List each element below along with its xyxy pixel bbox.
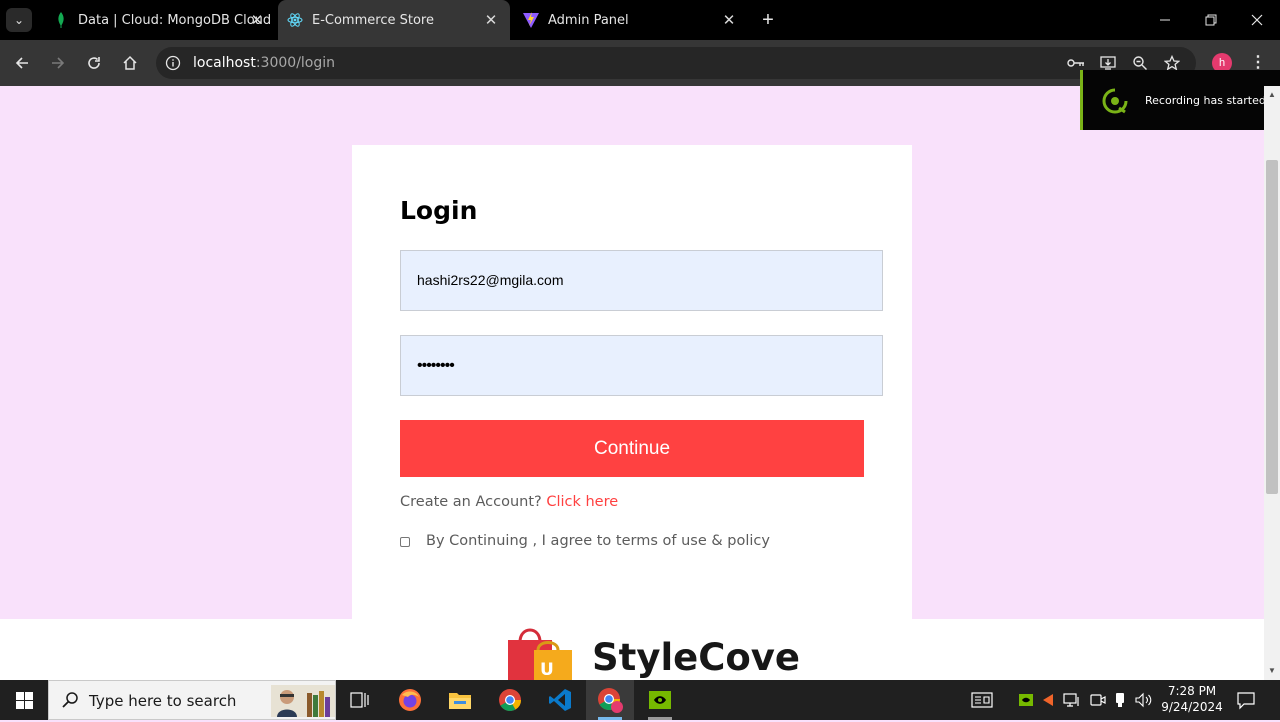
vite-logo-icon (522, 11, 540, 29)
news-widget-icon[interactable] (970, 690, 994, 710)
taskbar-search-box[interactable]: Type here to search (48, 680, 336, 720)
create-account-prompt: Create an Account? Click here (400, 494, 618, 510)
search-highlight-illustration-icon (271, 685, 335, 717)
agree-terms-label: By Continuing , I agree to terms of use … (426, 533, 770, 549)
tab-admin-panel[interactable]: Admin Panel ✕ (514, 0, 748, 40)
recording-icon (1101, 87, 1129, 115)
taskbar-clock[interactable]: 7:28 PM 9/24/2024 (1160, 683, 1224, 715)
email-field[interactable]: hashi2rs22@mgila.com (400, 250, 883, 311)
search-icon (61, 691, 79, 709)
tab-ecommerce-store[interactable]: E-Commerce Store ✕ (278, 0, 510, 40)
window-close-icon[interactable] (1234, 0, 1280, 40)
chrome-profile-icon[interactable] (586, 680, 634, 720)
notification-icon[interactable] (1236, 690, 1256, 710)
click-here-link[interactable]: Click here (546, 494, 618, 510)
network-icon[interactable] (1062, 690, 1082, 710)
tab-title: E-Commerce Store (312, 12, 434, 28)
close-icon[interactable]: ✕ (482, 11, 500, 29)
scrollbar-thumb[interactable] (1266, 160, 1278, 494)
volume-icon[interactable] (1134, 690, 1154, 710)
brand-name: StyleCove (592, 636, 801, 679)
nvidia-icon[interactable] (636, 680, 684, 720)
recording-toast: Recording has started (1080, 70, 1280, 130)
reload-icon[interactable] (81, 50, 107, 76)
create-account-text: Create an Account? (400, 494, 542, 510)
clock-date: 9/24/2024 (1161, 700, 1223, 714)
mongodb-leaf-icon (52, 11, 70, 29)
url-host: localhost (193, 55, 256, 71)
search-placeholder: Type here to search (89, 692, 237, 710)
close-icon[interactable]: ✕ (248, 11, 266, 29)
scroll-down-arrow-icon[interactable]: ▼ (1264, 664, 1280, 678)
tab-mongodb[interactable]: Data | Cloud: MongoDB Cloud ✕ (46, 0, 276, 40)
agree-checkbox[interactable] (400, 537, 410, 547)
close-icon[interactable]: ✕ (720, 11, 738, 29)
scroll-up-arrow-icon[interactable]: ▲ (1264, 88, 1280, 102)
password-field[interactable]: •••••••• (400, 335, 883, 396)
url-path: :3000/login (255, 55, 336, 71)
task-view-icon[interactable] (336, 680, 384, 720)
bag-letter: U (540, 660, 554, 680)
site-info-icon[interactable] (163, 53, 183, 73)
url-text[interactable]: localhost:3000/login (193, 55, 335, 71)
home-icon[interactable] (117, 50, 143, 76)
minimize-icon[interactable] (1142, 0, 1188, 40)
new-tab-button[interactable]: + (756, 8, 780, 32)
restore-icon[interactable] (1188, 0, 1234, 40)
camera-tray-icon[interactable] (1088, 690, 1108, 710)
usb-device-icon[interactable] (1110, 690, 1130, 710)
nvidia-tray-icon[interactable] (1016, 690, 1036, 710)
browser-tab-strip: ⌄ Data | Cloud: MongoDB Cloud ✕ E-Commer… (0, 0, 1280, 40)
tab-search-button[interactable]: ⌄ (6, 8, 32, 32)
toast-text: Recording has started (1145, 94, 1266, 107)
login-title: Login (400, 196, 478, 225)
clock-time: 7:28 PM (1167, 684, 1217, 698)
tab-title: Admin Panel (548, 12, 629, 28)
forward-arrow-icon[interactable] (45, 50, 71, 76)
file-explorer-icon[interactable] (436, 680, 484, 720)
chrome-icon[interactable] (486, 680, 534, 720)
vscode-icon[interactable] (536, 680, 584, 720)
back-arrow-icon[interactable] (9, 50, 35, 76)
windows-start-icon[interactable] (0, 680, 48, 720)
react-atom-icon (286, 11, 304, 29)
continue-button[interactable]: Continue (400, 420, 864, 477)
firefox-icon[interactable] (386, 680, 434, 720)
recorder-tray-icon[interactable] (1038, 690, 1058, 710)
tab-title: Data | Cloud: MongoDB Cloud (78, 12, 272, 28)
